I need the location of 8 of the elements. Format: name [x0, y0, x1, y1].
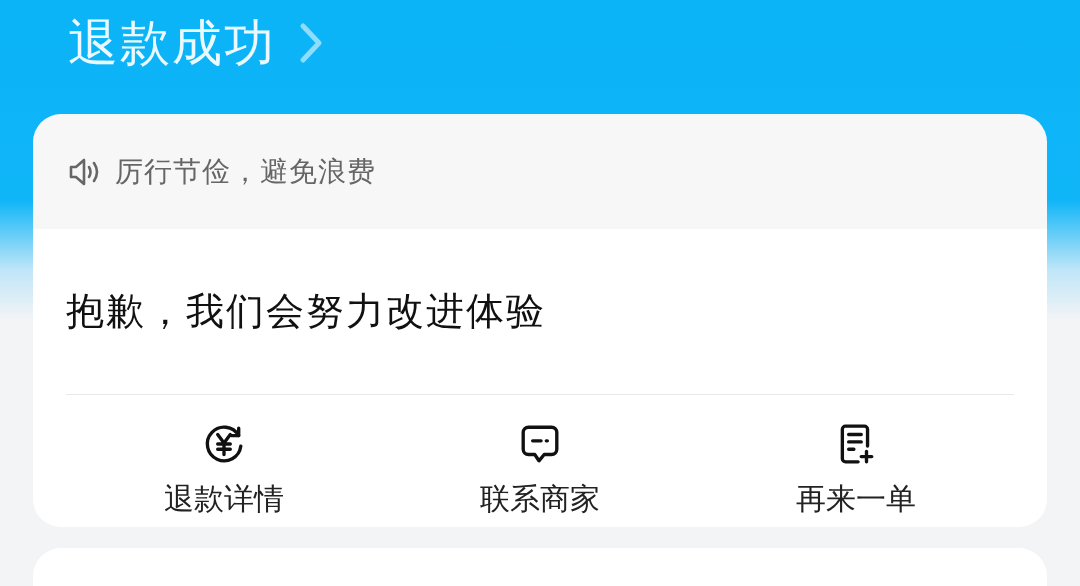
action-button[interactable]: 退款详情	[66, 423, 382, 521]
chevron-right-icon[interactable]	[298, 22, 324, 64]
notice-text: 厉行节俭，避免浪费	[115, 153, 376, 190]
speaker-icon	[69, 156, 101, 187]
apology-message: 抱歉，我们会努力改进体验	[66, 288, 547, 336]
action-button[interactable]: 再来一单	[698, 423, 1014, 521]
action-button[interactable]: 联系商家	[382, 423, 698, 521]
yen-refresh-icon	[203, 423, 245, 466]
